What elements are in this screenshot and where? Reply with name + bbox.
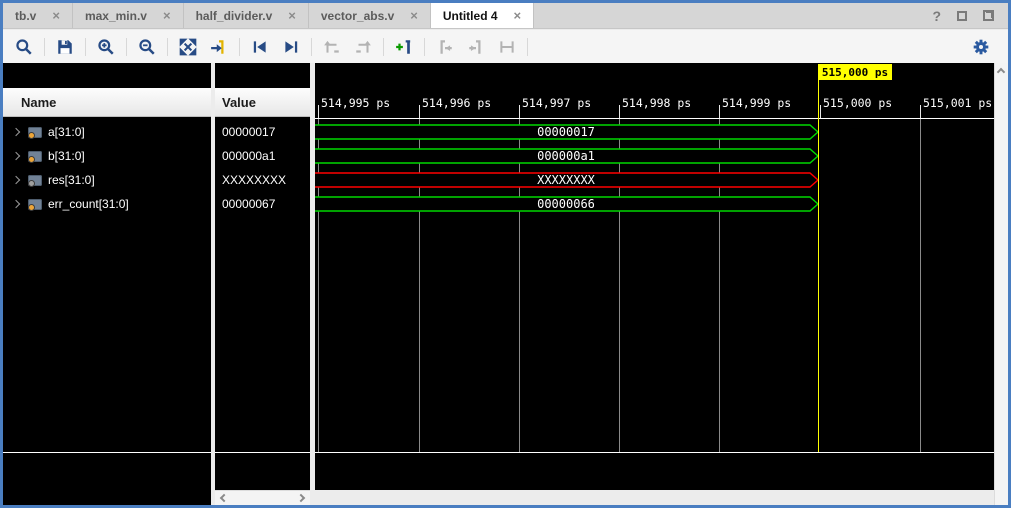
swap-cursors-alt-icon[interactable] [352, 36, 374, 58]
signal-value-rows: 00000017 000000a1 XXXXXXXX 00000067 [215, 120, 310, 216]
close-icon[interactable]: × [52, 9, 60, 22]
tab-bar: tb.v × max_min.v × half_divider.v × vect… [3, 3, 1008, 29]
zoom-in-icon[interactable] [95, 36, 117, 58]
tab-half-divider-v[interactable]: half_divider.v × [184, 3, 309, 28]
waveform-canvas[interactable]: 515,000 ps 514,995 ps 514,996 ps 514,997 p… [315, 63, 995, 490]
wave-viewer: tb.v × max_min.v × half_divider.v × vect… [3, 3, 1008, 505]
scroll-right-icon[interactable] [297, 494, 305, 502]
timeline-tick-label: 515,000 ps [823, 96, 892, 110]
bus-signal-icon [28, 127, 42, 138]
signal-value-panel: Value 00000017 000000a1 XXXXXXXX 0000006… [215, 63, 310, 505]
signal-name-panel: Name a[31:0] b[31:0] res[31:0] [3, 63, 211, 505]
bus-signal-icon [28, 175, 42, 186]
signal-name-rows: a[31:0] b[31:0] res[31:0] err_count[31:0… [3, 120, 211, 216]
timeline-tick-mark [719, 105, 720, 118]
signal-row-res[interactable]: res[31:0] [3, 168, 211, 192]
tab-label: max_min.v [85, 9, 147, 23]
timeline-tick-mark [419, 105, 420, 118]
zoom-fit-icon[interactable] [177, 36, 199, 58]
tab-untitled-4[interactable]: Untitled 4 × [431, 3, 534, 28]
bus-wave-value: 00000066 [537, 197, 595, 211]
timeline-tick-label: 514,999 ps [722, 96, 791, 110]
swap-cursors-icon[interactable] [321, 36, 343, 58]
panel-separator-line [315, 452, 995, 453]
signal-name: b[31:0] [48, 149, 85, 163]
value-horizontal-scrollbar[interactable] [215, 490, 310, 505]
tab-tb-v[interactable]: tb.v × [3, 3, 73, 28]
timeline-tick-label: 514,996 ps [422, 96, 491, 110]
add-marker-icon[interactable] [393, 36, 415, 58]
value-column-header[interactable]: Value [215, 88, 310, 117]
snap-to-transition-icon[interactable] [496, 36, 518, 58]
help-icon[interactable]: ? [932, 8, 941, 24]
next-transition-icon[interactable] [280, 36, 302, 58]
signal-name: a[31:0] [48, 125, 85, 139]
signal-name: res[31:0] [48, 173, 95, 187]
time-cursor-line[interactable] [818, 80, 819, 452]
tab-label: half_divider.v [196, 9, 273, 23]
wave-vertical-scrollbar[interactable] [994, 63, 1008, 505]
expand-chevron-icon[interactable] [12, 176, 20, 184]
bus-signal-icon [28, 151, 42, 162]
signal-value[interactable]: 00000067 [215, 192, 310, 216]
tab-label: tb.v [15, 9, 36, 23]
bus-wave-value: XXXXXXXX [537, 173, 596, 187]
timeline-tick-label: 514,998 ps [622, 96, 691, 110]
timeline-tick-label: 514,997 ps [522, 96, 591, 110]
save-icon[interactable] [54, 36, 76, 58]
window-buttons: ? [932, 3, 1008, 28]
go-to-time-cursor-icon[interactable] [208, 36, 230, 58]
panel-separator-line [3, 452, 211, 453]
wave-toolbar [3, 30, 1008, 63]
zoom-out-icon[interactable] [136, 36, 158, 58]
bus-wave-value: 00000017 [537, 125, 595, 139]
expand-chevron-icon[interactable] [12, 128, 20, 136]
timeline-tick-mark [318, 105, 319, 118]
search-icon[interactable] [13, 36, 35, 58]
tab-label: Untitled 4 [443, 9, 498, 23]
previous-marker-icon[interactable] [434, 36, 456, 58]
wave-window-body: Name a[31:0] b[31:0] res[31:0] [3, 63, 1008, 505]
timeline-tick-mark [619, 105, 620, 118]
bus-waveforms: 00000017 000000a1 XXXXXXXX 00000066 [315, 119, 995, 229]
close-icon[interactable]: × [514, 9, 522, 22]
app-window: tb.v × max_min.v × half_divider.v × vect… [0, 0, 1011, 508]
signal-row-b[interactable]: b[31:0] [3, 144, 211, 168]
close-icon[interactable]: × [288, 9, 296, 22]
timeline-tick-mark [519, 105, 520, 118]
signal-row-err-count[interactable]: err_count[31:0] [3, 192, 211, 216]
expand-chevron-icon[interactable] [12, 200, 20, 208]
next-marker-icon[interactable] [465, 36, 487, 58]
close-icon[interactable]: × [163, 9, 171, 22]
tab-label: vector_abs.v [321, 9, 394, 23]
tab-max-min-v[interactable]: max_min.v × [73, 3, 184, 28]
timeline-tick-label: 514,995 ps [321, 96, 390, 110]
scroll-left-icon[interactable] [220, 494, 228, 502]
bus-signal-icon [28, 199, 42, 210]
previous-transition-icon[interactable] [249, 36, 271, 58]
panel-separator-line [215, 452, 310, 453]
signal-row-a[interactable]: a[31:0] [3, 120, 211, 144]
time-cursor-label[interactable]: 515,000 ps [818, 64, 892, 80]
scroll-up-icon[interactable] [997, 68, 1005, 76]
bus-wave-value: 000000a1 [537, 149, 595, 163]
close-icon[interactable]: × [410, 9, 418, 22]
timeline-tick-mark [820, 105, 821, 118]
float-window-icon[interactable] [983, 10, 994, 21]
signal-value[interactable]: 00000017 [215, 120, 310, 144]
signal-name: err_count[31:0] [48, 197, 129, 211]
signal-value[interactable]: XXXXXXXX [215, 168, 310, 192]
expand-chevron-icon[interactable] [12, 152, 20, 160]
timeline-tick-label: 515,001 ps [923, 96, 992, 110]
settings-gear-icon[interactable] [970, 36, 992, 58]
signal-value[interactable]: 000000a1 [215, 144, 310, 168]
maximize-icon[interactable] [957, 11, 967, 21]
name-column-header[interactable]: Name [3, 88, 211, 117]
timeline-tick-mark [920, 105, 921, 118]
tab-vector-abs-v[interactable]: vector_abs.v × [309, 3, 431, 28]
